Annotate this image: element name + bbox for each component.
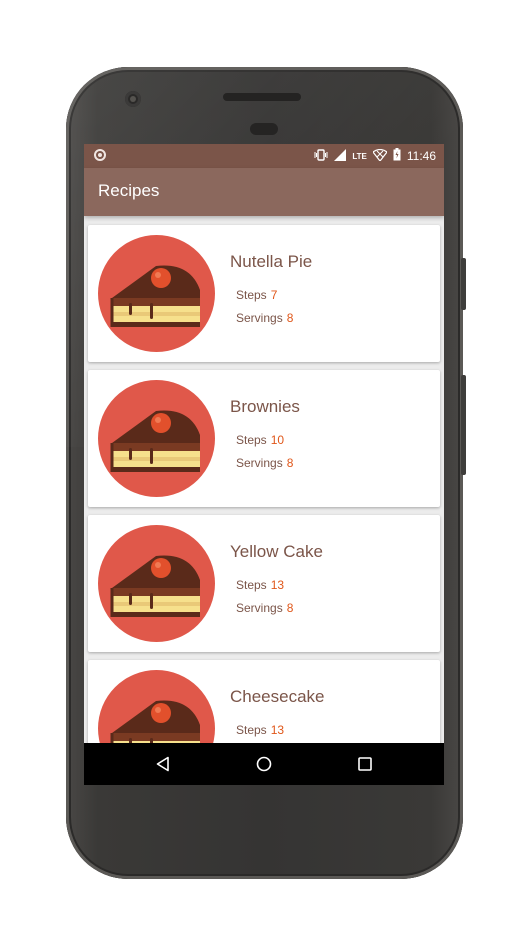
page-title: Recipes: [98, 181, 160, 200]
proximity-sensor: [250, 123, 278, 135]
network-label: LTE: [352, 151, 367, 161]
power-button: [461, 258, 466, 310]
battery-icon: [393, 148, 401, 164]
steps-label: Steps: [236, 288, 267, 302]
servings-label: Servings: [236, 456, 283, 470]
volume-button: [461, 375, 466, 475]
home-button[interactable]: [244, 743, 284, 785]
servings-label: Servings: [236, 601, 283, 615]
recipe-card[interactable]: Brownies Steps 10 Servings 8: [88, 370, 440, 507]
steps-count: 13: [270, 578, 285, 592]
steps-count: 7: [270, 288, 278, 302]
recipe-card[interactable]: Nutella Pie Steps 7 Servings 8: [88, 225, 440, 362]
wifi-icon: [372, 148, 388, 164]
recipe-name: Yellow Cake: [230, 542, 323, 561]
record-icon: [94, 149, 106, 161]
servings-label: Servings: [236, 311, 283, 325]
recipe-steps: Steps 13: [236, 578, 284, 592]
steps-label: Steps: [236, 578, 267, 592]
recipe-name: Brownies: [230, 397, 300, 416]
signal-icon: [334, 148, 347, 164]
recipe-card[interactable]: Yellow Cake Steps 13 Servings 8: [88, 515, 440, 652]
servings-count: 8: [286, 311, 294, 325]
cake-slice-icon: [98, 235, 215, 352]
back-icon: [156, 756, 169, 772]
recipe-servings: Servings 8: [236, 601, 293, 615]
vibrate-icon: [314, 148, 328, 164]
recipe-steps: Steps 10: [236, 433, 284, 447]
recipe-name: Cheesecake: [230, 687, 325, 706]
navigation-bar: [84, 743, 444, 785]
recipe-steps: Steps 13: [236, 723, 284, 737]
earpiece-speaker: [223, 93, 301, 101]
recents-button[interactable]: [345, 743, 385, 785]
recents-icon: [358, 757, 372, 771]
status-icons: LTE 11:46: [314, 148, 436, 164]
steps-count: 13: [270, 723, 285, 737]
recipe-card[interactable]: Cheesecake Steps 13: [88, 660, 440, 743]
recipe-servings: Servings 8: [236, 311, 293, 325]
status-bar: LTE 11:46: [84, 144, 444, 168]
back-button[interactable]: [143, 743, 183, 785]
phone-screen: LTE 11:46 Recipes Nutella Pie Steps 7 Se…: [84, 144, 444, 785]
front-camera: [125, 91, 141, 107]
home-icon: [256, 756, 272, 772]
cake-slice-icon: [98, 525, 215, 642]
recipe-steps: Steps 7: [236, 288, 277, 302]
clock: 11:46: [406, 149, 436, 163]
cake-slice-icon: [98, 380, 215, 497]
recipe-name: Nutella Pie: [230, 252, 313, 271]
recipe-servings: Servings 8: [236, 456, 293, 470]
steps-label: Steps: [236, 433, 267, 447]
recipe-list[interactable]: Nutella Pie Steps 7 Servings 8 Brownies St…: [84, 216, 444, 743]
cake-slice-icon: [98, 670, 215, 743]
servings-count: 8: [286, 456, 294, 470]
steps-count: 10: [270, 433, 285, 447]
app-bar: Recipes: [84, 168, 444, 216]
servings-count: 8: [286, 601, 294, 615]
steps-label: Steps: [236, 723, 267, 737]
